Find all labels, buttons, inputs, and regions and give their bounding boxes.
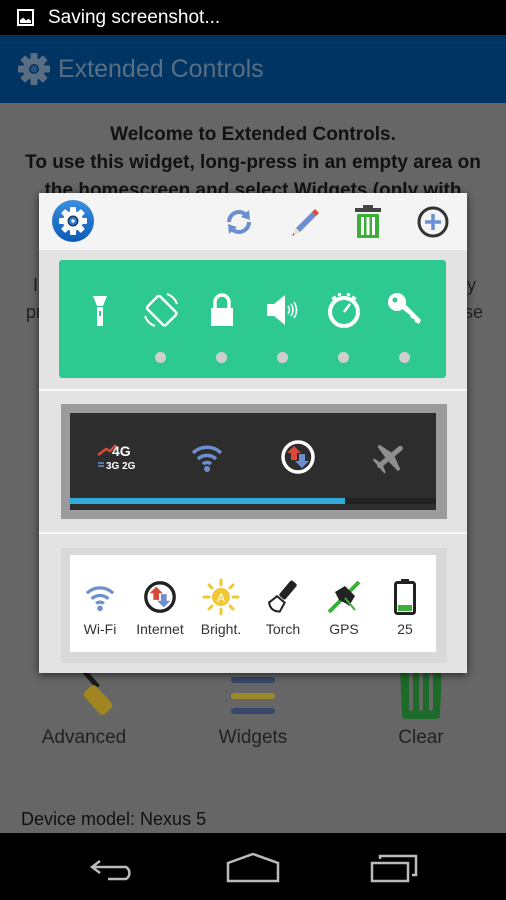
indicator-dot: [338, 352, 349, 363]
mobile-data-icon: [144, 581, 176, 613]
battery-icon: [394, 579, 416, 615]
toggle-label: Internet: [136, 621, 184, 637]
toggle-network-mode[interactable]: 4G 3G 2G: [96, 435, 144, 479]
status-bar: Saving screenshot...: [0, 0, 506, 35]
widget-preview-dark[interactable]: 4G 3G 2G: [61, 404, 447, 519]
toggle-wifi[interactable]: [183, 435, 231, 479]
toggle-mobile-data[interactable]: [274, 435, 322, 479]
wifi-icon: [85, 586, 115, 612]
dialog-toolbar: [39, 193, 467, 250]
toggle-volume[interactable]: [263, 290, 303, 330]
key-icon: [388, 293, 421, 324]
mobile-data-icon: [281, 440, 315, 474]
device-model: Device model: Nexus 5: [21, 809, 207, 829]
auto-brightness-icon: A: [202, 578, 240, 616]
toggle-label: Wi-Fi: [83, 621, 117, 637]
lock-icon: [211, 293, 233, 326]
progress-bar-fill: [70, 498, 345, 504]
network-mode-4g: 4G: [112, 443, 131, 459]
widget-preview-light[interactable]: Wi-Fi Internet A Bright. Torch GPS 25: [61, 548, 447, 663]
indicator-dot: [399, 352, 410, 363]
toggle-label: 25: [397, 621, 413, 637]
flashlight-icon: [93, 296, 107, 326]
toggle-label: GPS: [329, 621, 359, 637]
refresh-icon: [227, 210, 251, 234]
app-title: Extended Controls: [58, 54, 264, 83]
trash-icon: [355, 205, 381, 238]
obscured-text-fragment: I: [33, 275, 39, 295]
home-icon: [226, 853, 280, 883]
torch-icon: [267, 580, 297, 613]
back-button[interactable]: [78, 843, 148, 893]
divider: [39, 389, 467, 391]
airplane-icon: [372, 444, 403, 474]
volume-icon: [267, 295, 298, 325]
add-circle-icon: [417, 206, 449, 238]
tools-row: Advanced Widgets Clear: [0, 663, 506, 763]
tool-label: Advanced: [41, 727, 127, 748]
recents-icon: [370, 854, 418, 883]
image-icon: [17, 9, 34, 26]
edit-button[interactable]: [284, 202, 324, 242]
app-bar: Extended Controls: [0, 35, 506, 103]
settings-button[interactable]: [51, 199, 95, 243]
toggle-brightness[interactable]: A Bright.: [191, 577, 251, 637]
toggle-gps[interactable]: GPS: [314, 577, 374, 637]
welcome-line: Welcome to Extended Controls.: [110, 124, 396, 145]
progress-bar: [70, 498, 436, 504]
toggle-auto-rotate[interactable]: [141, 290, 181, 330]
delete-button[interactable]: [348, 202, 388, 242]
divider: [39, 532, 467, 534]
welcome-line: To use this widget, long-press in an emp…: [25, 152, 481, 173]
indicator-dot: [216, 352, 227, 363]
toggle-internet[interactable]: Internet: [130, 577, 190, 637]
obscured-text-fragment: y: [467, 275, 476, 295]
pencil-icon: [292, 209, 319, 236]
refresh-button[interactable]: [219, 202, 259, 242]
gear-icon: [18, 53, 50, 85]
network-mode-icon: 4G 3G 2G: [97, 443, 136, 472]
recents-button[interactable]: [360, 843, 430, 893]
indicator-dot: [155, 352, 166, 363]
toggle-lock[interactable]: [202, 290, 242, 330]
network-mode-3g2g: 3G 2G: [106, 461, 136, 472]
toggle-label: Bright.: [200, 621, 242, 637]
widget-preview-green[interactable]: [59, 260, 446, 378]
tool-label: Clear: [398, 727, 444, 748]
home-button[interactable]: [218, 843, 288, 893]
widget-light-body: Wi-Fi Internet A Bright. Torch GPS 25: [70, 555, 436, 652]
status-notification-text: Saving screenshot...: [48, 6, 221, 28]
svg-text:A: A: [217, 591, 225, 605]
gps-satellite-icon: [327, 580, 361, 614]
toggle-torch[interactable]: Torch: [253, 577, 313, 637]
battery-level[interactable]: 25: [375, 577, 435, 637]
auto-rotate-icon: [144, 293, 178, 327]
tool-label: Widgets: [218, 727, 288, 748]
widget-picker-dialog: 4G 3G 2G Wi-Fi Internet A Bright. Torch …: [39, 193, 467, 673]
timeout-icon: [328, 292, 360, 328]
settings-gear-icon: [52, 200, 94, 242]
toggle-label: Torch: [265, 621, 301, 637]
toggle-screen-timeout[interactable]: [324, 290, 364, 330]
wifi-icon: [191, 445, 223, 472]
widget-dark-body: 4G 3G 2G: [70, 413, 436, 510]
toggle-flashlight[interactable]: [80, 290, 120, 330]
indicator-dot: [277, 352, 288, 363]
toggle-key[interactable]: [385, 290, 425, 330]
back-icon: [89, 860, 131, 881]
add-button[interactable]: [413, 202, 453, 242]
navigation-bar: [0, 833, 506, 900]
toggle-airplane[interactable]: [366, 435, 414, 479]
toggle-wifi[interactable]: Wi-Fi: [70, 577, 130, 637]
